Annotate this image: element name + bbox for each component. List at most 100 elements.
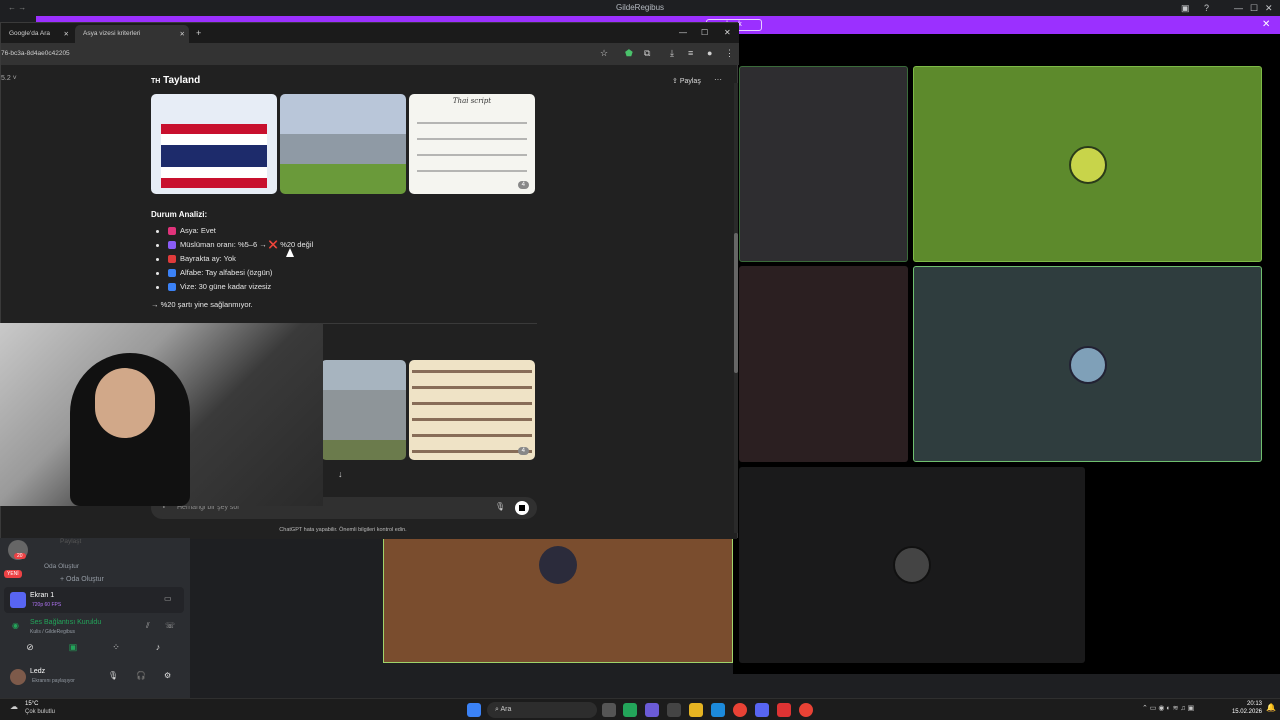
faded-item: Paylaşt <box>60 538 82 545</box>
app-icon[interactable] <box>667 703 681 717</box>
taskbar-search[interactable]: ⌕ Ara <box>487 702 597 718</box>
maximize-icon[interactable]: ☐ <box>1250 3 1258 14</box>
thai-script-image[interactable]: Thai script 4 <box>409 94 535 194</box>
menu-icon[interactable]: ⋮ <box>725 48 734 59</box>
download-icon[interactable]: ⤓ <box>670 48 674 59</box>
popout-icon[interactable]: ▭ <box>164 594 172 603</box>
room-create-label[interactable]: Oda Oluştur <box>44 563 79 570</box>
video-tile[interactable] <box>913 266 1262 462</box>
close-icon[interactable]: ✕ <box>724 28 731 37</box>
taskbar: ☁ 15°C Çok bulutlu ⌕ Ara ⌃ ▭ ◉ ◐ ≋ ♫ ▣ 2… <box>0 698 1280 720</box>
discord-icon[interactable] <box>755 703 769 717</box>
user-name: Ledz <box>30 668 46 675</box>
scrollbar-thumb[interactable] <box>734 233 738 373</box>
window-title: GildeRegibus <box>615 3 665 12</box>
mic-icon[interactable]: 🎙 <box>108 671 118 680</box>
task-view-icon[interactable] <box>602 703 616 717</box>
edge-icon[interactable] <box>711 703 725 717</box>
avatar <box>893 546 931 584</box>
tab-google[interactable]: Google'da Ara ✕ <box>1 25 73 43</box>
script-lines <box>412 364 532 456</box>
user-avatar[interactable] <box>10 669 26 685</box>
soundboard-icon[interactable]: ♪ <box>146 642 170 656</box>
webcam-overlay <box>0 323 323 506</box>
star-icon[interactable]: ☆ <box>600 48 608 59</box>
clock-time[interactable]: 20:13 <box>1236 701 1262 707</box>
minimize-icon[interactable]: — <box>1234 3 1243 13</box>
video-tile[interactable] <box>739 467 1085 663</box>
chrome-icon[interactable] <box>799 703 813 717</box>
chrome-icon[interactable] <box>733 703 747 717</box>
image-count-badge: 4 <box>517 181 529 189</box>
explorer-icon[interactable] <box>689 703 703 717</box>
clock-date[interactable]: 15.02.2026 <box>1226 709 1262 715</box>
help-icon[interactable]: ? <box>1204 3 1209 13</box>
noise-suppression-icon[interactable]: ⫽ <box>146 621 150 631</box>
address-bar[interactable]: 76-bc3a-8d4ae0c42205 ☆ ⬟ ⧉ ⤓ ≡ ● ⋮ <box>1 43 739 65</box>
screen-title: Ekran 1 <box>30 592 55 599</box>
app-icon[interactable] <box>777 703 791 717</box>
notifications-icon[interactable]: 🔔 <box>1266 703 1276 712</box>
tray-icons[interactable]: ⌃ ▭ ◉ ◐ ≋ ♫ ▣ <box>1142 704 1194 712</box>
mouse-cursor <box>286 248 294 257</box>
mic-icon[interactable]: 🎙 <box>495 502 505 511</box>
extensions-icon[interactable]: ⧉ <box>644 48 650 59</box>
voice-channel: Kulis / GildeRegibus <box>30 629 76 635</box>
inbox-icon[interactable]: ▣ <box>1181 3 1190 14</box>
camera-off-icon[interactable]: ⊘ <box>18 642 42 656</box>
signal-icon: ◉ <box>12 621 19 630</box>
disclaimer: ChatGPT hata yapabilir. Önemli bilgileri… <box>279 527 407 533</box>
screen-quality: 720p 60 FPS <box>32 602 62 608</box>
headphones-icon[interactable]: 🎧 <box>136 671 146 680</box>
video-tile[interactable] <box>913 66 1262 262</box>
discord-sidebar: Paylaşt 20 Oda Oluştur YENİ + Oda Oluştu… <box>0 538 190 698</box>
app-icon[interactable] <box>623 703 637 717</box>
teams-icon[interactable] <box>645 703 659 717</box>
bangkok-city-image[interactable] <box>280 94 406 194</box>
reading-list-icon[interactable]: ≡ <box>688 48 693 58</box>
video-tile[interactable] <box>383 538 733 663</box>
video-tile[interactable] <box>739 66 908 262</box>
minimize-icon[interactable]: — <box>679 28 687 37</box>
list-item: Bayrakta ay: Yok <box>156 254 236 264</box>
scroll-down-icon[interactable]: ↓ <box>338 469 343 479</box>
screen-share-icon[interactable]: ▣ <box>61 642 85 656</box>
streamer-face <box>95 368 155 438</box>
script-chart <box>417 112 527 184</box>
profile-icon[interactable]: ● <box>707 48 712 58</box>
avatar <box>1069 146 1107 184</box>
weather-temp: 15°C <box>25 701 39 707</box>
image-count-badge: 4 <box>517 447 529 455</box>
city-image[interactable] <box>321 360 406 460</box>
tab-bar: Google'da Ara ✕ Asya vizesi kriterleri ✕ +… <box>1 23 739 43</box>
model-selector[interactable]: 5.2 ˅ <box>1 75 17 82</box>
close-icon[interactable]: ✕ <box>1265 3 1273 14</box>
thai-flag-image[interactable] <box>151 94 277 194</box>
user-status: Ekranını paylaşıyor <box>32 678 75 684</box>
shield-icon[interactable]: ⬟ <box>625 48 633 59</box>
new-tab-button[interactable]: + <box>193 25 204 43</box>
flag-stripes <box>161 124 267 188</box>
more-button[interactable]: ··· <box>714 75 722 84</box>
weather-icon[interactable]: ☁ <box>10 702 18 711</box>
tab-asya-vizesi[interactable]: Asya vizesi kriterleri ✕ <box>75 25 189 43</box>
section-title: Durum Analizi: <box>151 210 208 219</box>
disconnect-icon[interactable]: ☏ <box>165 621 175 630</box>
weather-desc: Çok bulutlu <box>25 709 56 715</box>
share-button[interactable]: ⇪ Paylaş <box>672 77 701 85</box>
screen-share-panel: Ekran 1 720p 60 FPS ▭ <box>4 587 184 613</box>
devanagari-script-image[interactable]: 4 <box>409 360 535 460</box>
avatar <box>539 546 577 584</box>
room-create-button[interactable]: + Oda Oluştur <box>60 576 104 583</box>
banner-close-icon[interactable]: ✕ <box>1262 19 1270 30</box>
settings-icon[interactable]: ⚙ <box>164 671 171 680</box>
voice-status: Ses Bağlantısı Kuruldu <box>30 619 102 626</box>
maximize-icon[interactable]: ☐ <box>701 28 708 37</box>
screen-icon <box>10 592 26 608</box>
url-text[interactable]: 76-bc3a-8d4ae0c42205 <box>1 50 70 57</box>
activities-icon[interactable]: ⁘ <box>104 642 128 656</box>
conclusion-text: → %20 şartı yine sağlanmıyor. <box>151 300 253 309</box>
video-tile[interactable] <box>739 266 908 462</box>
start-button[interactable] <box>467 703 481 717</box>
stop-button[interactable] <box>515 501 529 515</box>
